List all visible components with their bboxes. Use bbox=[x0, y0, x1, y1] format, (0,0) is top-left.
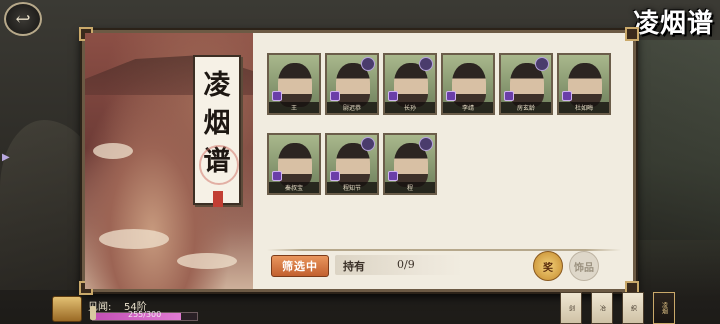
scroll-title-char: 凌 bbox=[203, 70, 231, 101]
card-name-band: 王 bbox=[269, 102, 319, 113]
card-name-band: 房玄龄 bbox=[501, 102, 551, 113]
rarity-gem-icon bbox=[388, 171, 398, 181]
scroll-title-char: 烟 bbox=[203, 108, 231, 139]
filter-row: 筛选中 持有 0/9 奖 饰品 bbox=[267, 249, 621, 281]
card-name-band: 尉迟恭 bbox=[327, 102, 377, 113]
faction-badge-icon bbox=[535, 57, 549, 71]
owned-counter: 持有 0/9 bbox=[335, 255, 463, 275]
hero-portrait bbox=[278, 63, 312, 107]
hero-card[interactable]: 王 bbox=[267, 53, 321, 115]
reward-icon: 奖 bbox=[543, 262, 553, 274]
bottom-tab-active[interactable]: 凌烟 bbox=[653, 292, 675, 324]
hero-card[interactable]: 尉迟恭 bbox=[325, 53, 379, 115]
owned-value: 0/9 bbox=[397, 258, 415, 271]
card-name-band: 长孙 bbox=[385, 102, 435, 113]
hero-card[interactable]: 秦叔宝 bbox=[267, 133, 321, 195]
card-name-band: 秦叔宝 bbox=[269, 182, 319, 193]
hero-name: 程知节 bbox=[342, 185, 361, 192]
scroll-title-card: 凌 烟 谱 bbox=[193, 55, 241, 207]
back-arrow-icon: ↩ bbox=[15, 8, 31, 30]
hero-portrait bbox=[568, 63, 602, 107]
quill-icon bbox=[90, 306, 96, 320]
treasure-chest-icon[interactable] bbox=[52, 296, 82, 322]
ink-ring bbox=[199, 145, 239, 185]
painting-cloud bbox=[93, 143, 133, 159]
reward-button[interactable]: 奖 bbox=[533, 251, 563, 281]
card-name-band: 程知节 bbox=[327, 182, 377, 193]
rarity-gem-icon bbox=[446, 91, 456, 101]
accessory-icon: 饰品 bbox=[574, 262, 594, 274]
rarity-gem-icon bbox=[504, 91, 514, 101]
hero-name: 杜如晦 bbox=[574, 105, 593, 112]
hero-name: 尉迟恭 bbox=[342, 105, 361, 112]
owned-label: 持有 bbox=[343, 260, 365, 273]
painting-scroll: 凌 烟 谱 bbox=[85, 33, 253, 289]
game-logo: 凌烟谱 bbox=[632, 8, 714, 39]
faction-badge-icon bbox=[361, 137, 375, 151]
hero-name: 王 bbox=[290, 105, 297, 112]
hero-card[interactable]: 程知节 bbox=[325, 133, 379, 195]
hero-name: 长孙 bbox=[403, 105, 416, 112]
card-name-band: 杜如晦 bbox=[559, 102, 609, 113]
faction-badge-icon bbox=[419, 57, 433, 71]
bottom-tab[interactable]: 织 bbox=[622, 292, 644, 324]
bottom-tab[interactable]: 剑 bbox=[560, 292, 582, 324]
collection-panel: 凌 烟 谱 王 尉迟恭 长孙 李靖 房玄龄 杜如晦 秦叔宝 程知节 程 筛选中 … bbox=[79, 27, 639, 295]
card-name-band: 程 bbox=[385, 182, 435, 193]
back-button[interactable]: ↩ bbox=[4, 2, 42, 36]
faction-badge-icon bbox=[419, 137, 433, 151]
hero-card[interactable]: 房玄龄 bbox=[499, 53, 553, 115]
hero-portrait bbox=[452, 63, 486, 107]
painting-cloud bbox=[177, 253, 237, 269]
rarity-gem-icon bbox=[272, 171, 282, 181]
hero-name: 李靖 bbox=[461, 105, 474, 112]
hero-name: 程 bbox=[406, 185, 413, 192]
hero-card[interactable]: 杜如晦 bbox=[557, 53, 611, 115]
faction-badge-icon bbox=[361, 57, 375, 71]
card-name-band: 李靖 bbox=[443, 102, 493, 113]
painting-cloud bbox=[99, 229, 169, 249]
bottom-tab[interactable]: 冶 bbox=[591, 292, 613, 324]
xp-text: 255/300 bbox=[128, 310, 162, 319]
accessory-button[interactable]: 饰品 bbox=[569, 251, 599, 281]
red-seal bbox=[213, 191, 223, 207]
side-expand-icon[interactable]: ▶ bbox=[2, 152, 10, 163]
filter-divider bbox=[267, 249, 621, 251]
rarity-gem-icon bbox=[562, 91, 572, 101]
rarity-gem-icon bbox=[388, 91, 398, 101]
filter-button[interactable]: 筛选中 bbox=[271, 255, 329, 277]
hero-card[interactable]: 李靖 bbox=[441, 53, 495, 115]
bottom-tabs: 剑 冶 织 凌烟 bbox=[560, 292, 675, 324]
rarity-gem-icon bbox=[330, 171, 340, 181]
hero-portrait bbox=[278, 143, 312, 187]
hero-name: 房玄龄 bbox=[516, 105, 535, 112]
panel-corner-ornament bbox=[625, 27, 639, 41]
hero-card[interactable]: 长孙 bbox=[383, 53, 437, 115]
rarity-gem-icon bbox=[272, 91, 282, 101]
card-grid: 王 尉迟恭 长孙 李靖 房玄龄 杜如晦 秦叔宝 程知节 程 bbox=[267, 47, 627, 247]
hero-name: 秦叔宝 bbox=[284, 185, 303, 192]
rarity-gem-icon bbox=[330, 91, 340, 101]
hero-card[interactable]: 程 bbox=[383, 133, 437, 195]
